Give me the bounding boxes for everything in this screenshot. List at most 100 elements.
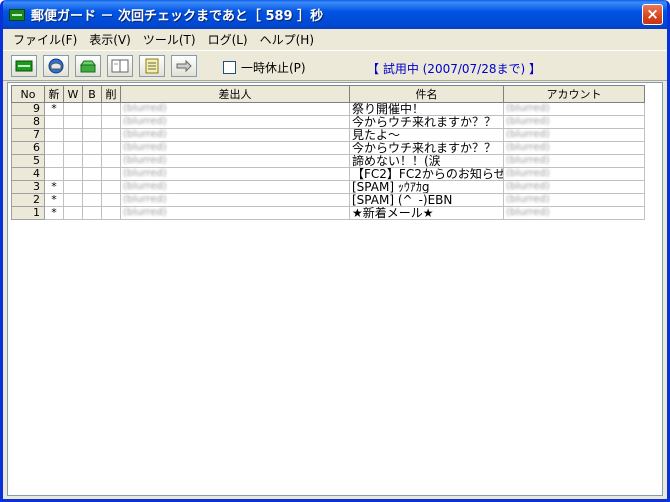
row-no: 7	[11, 128, 45, 142]
row-new-flag: *	[44, 102, 64, 116]
row-subject: ★新着メール★	[349, 206, 504, 220]
row-new-flag	[44, 115, 64, 129]
row-delete-flag[interactable]	[101, 180, 121, 194]
row-new-flag: *	[44, 193, 64, 207]
close-button[interactable]: ×	[642, 4, 663, 25]
row-no: 1	[11, 206, 45, 220]
forward-icon	[176, 59, 192, 73]
row-account: (blurred)	[503, 206, 645, 220]
row-sender: (blurred)	[120, 193, 350, 207]
table-row[interactable]: 8 (blurred) 今からウチ来れますか？？ (blurred)	[11, 115, 645, 129]
row-b-flag	[82, 102, 102, 116]
table-row[interactable]: 2 * (blurred) [SPAM] (^_-)EBN (blurred)	[11, 193, 645, 207]
menu-file[interactable]: ファイル(F)	[7, 31, 83, 48]
open-mailbox-button[interactable]	[75, 55, 101, 77]
row-sender: (blurred)	[120, 128, 350, 142]
row-no: 6	[11, 141, 45, 155]
row-no: 9	[11, 102, 45, 116]
table-row[interactable]: 4 (blurred) 【FC2】FC2からのお知らせ (blurred)	[11, 167, 645, 181]
row-b-flag	[82, 115, 102, 129]
row-delete-flag[interactable]	[101, 206, 121, 220]
log-icon	[145, 58, 159, 74]
row-w-flag	[63, 128, 83, 142]
row-no: 5	[11, 154, 45, 168]
mail-table: No 新 W B 削 差出人 件名 アカウント 9 * (blurred) 祭り…	[11, 85, 645, 220]
row-w-flag	[63, 180, 83, 194]
row-delete-flag[interactable]	[101, 141, 121, 155]
row-sender: (blurred)	[120, 206, 350, 220]
col-subject[interactable]: 件名	[349, 85, 504, 103]
title-bar[interactable]: 郵便ガード － 次回チェックまであと［ 589 ］秒 ×	[3, 0, 667, 29]
row-account: (blurred)	[503, 128, 645, 142]
table-row[interactable]: 6 (blurred) 今からウチ来れますか？？ (blurred)	[11, 141, 645, 155]
menu-help[interactable]: ヘルプ(H)	[254, 31, 320, 48]
col-delete[interactable]: 削	[101, 85, 121, 103]
row-b-flag	[82, 180, 102, 194]
col-sender[interactable]: 差出人	[120, 85, 350, 103]
row-delete-flag[interactable]	[101, 128, 121, 142]
row-new-flag: *	[44, 180, 64, 194]
col-no[interactable]: No	[11, 85, 45, 103]
row-account: (blurred)	[503, 193, 645, 207]
row-no: 2	[11, 193, 45, 207]
menu-view[interactable]: 表示(V)	[83, 31, 137, 48]
col-w[interactable]: W	[63, 85, 83, 103]
table-header: No 新 W B 削 差出人 件名 アカウント	[11, 85, 645, 103]
row-w-flag	[63, 154, 83, 168]
row-sender: (blurred)	[120, 180, 350, 194]
row-b-flag	[82, 128, 102, 142]
row-delete-flag[interactable]	[101, 115, 121, 129]
menu-log[interactable]: ログ(L)	[202, 31, 254, 48]
row-subject: 今からウチ来れますか？？	[349, 115, 504, 129]
row-w-flag	[63, 206, 83, 220]
row-delete-flag[interactable]	[101, 154, 121, 168]
col-b[interactable]: B	[82, 85, 102, 103]
row-delete-flag[interactable]	[101, 193, 121, 207]
row-subject: 【FC2】FC2からのお知らせ	[349, 167, 504, 181]
table-row[interactable]: 9 * (blurred) 祭り開催中！ (blurred)	[11, 102, 645, 116]
row-delete-flag[interactable]	[101, 167, 121, 181]
window-view-button[interactable]	[107, 55, 133, 77]
table-row[interactable]: 7 (blurred) 見たよ～ (blurred)	[11, 128, 645, 142]
col-account[interactable]: アカウント	[503, 85, 645, 103]
log-view-button[interactable]	[139, 55, 165, 77]
row-new-flag	[44, 141, 64, 155]
row-subject: 今からウチ来れますか？？	[349, 141, 504, 155]
row-w-flag	[63, 141, 83, 155]
row-sender: (blurred)	[120, 167, 350, 181]
window-icon	[111, 59, 129, 73]
row-account: (blurred)	[503, 141, 645, 155]
toolbar: 一時休止(P) 【 試用中 (2007/07/28まで) 】	[3, 50, 667, 81]
pause-checkbox[interactable]	[223, 61, 236, 74]
forward-button[interactable]	[171, 55, 197, 77]
trial-status: 【 試用中 (2007/07/28まで) 】	[367, 62, 541, 76]
check-mail-button[interactable]	[11, 55, 37, 77]
col-new[interactable]: 新	[44, 85, 64, 103]
row-new-flag	[44, 167, 64, 181]
row-sender: (blurred)	[120, 115, 350, 129]
table-row[interactable]: 5 (blurred) 諦めない！！(涙 (blurred)	[11, 154, 645, 168]
table-row[interactable]: 1 * (blurred) ★新着メール★ (blurred)	[11, 206, 645, 220]
row-new-flag	[44, 128, 64, 142]
row-b-flag	[82, 154, 102, 168]
row-b-flag	[82, 193, 102, 207]
pause-toggle[interactable]: 一時休止(P)	[223, 59, 306, 76]
row-sender: (blurred)	[120, 154, 350, 168]
menu-bar: ファイル(F) 表示(V) ツール(T) ログ(L) ヘルプ(H)	[3, 29, 667, 49]
menu-tools[interactable]: ツール(T)	[137, 31, 202, 48]
row-b-flag	[82, 141, 102, 155]
mail-list-pane[interactable]: No 新 W B 削 差出人 件名 アカウント 9 * (blurred) 祭り…	[7, 82, 663, 496]
app-window: 郵便ガード － 次回チェックまであと［ 589 ］秒 × ファイル(F) 表示(…	[0, 0, 670, 502]
row-account: (blurred)	[503, 115, 645, 129]
row-delete-flag[interactable]	[101, 102, 121, 116]
row-w-flag	[63, 167, 83, 181]
row-new-flag: *	[44, 206, 64, 220]
receive-mail-button[interactable]	[43, 55, 69, 77]
row-no: 4	[11, 167, 45, 181]
globe-mail-icon	[48, 58, 64, 74]
row-subject: 祭り開催中！	[349, 102, 504, 116]
row-no: 3	[11, 180, 45, 194]
table-row[interactable]: 3 * (blurred) [SPAM] ｯｳｱｶg (blurred)	[11, 180, 645, 194]
row-account: (blurred)	[503, 102, 645, 116]
row-subject: 諦めない！！(涙	[349, 154, 504, 168]
